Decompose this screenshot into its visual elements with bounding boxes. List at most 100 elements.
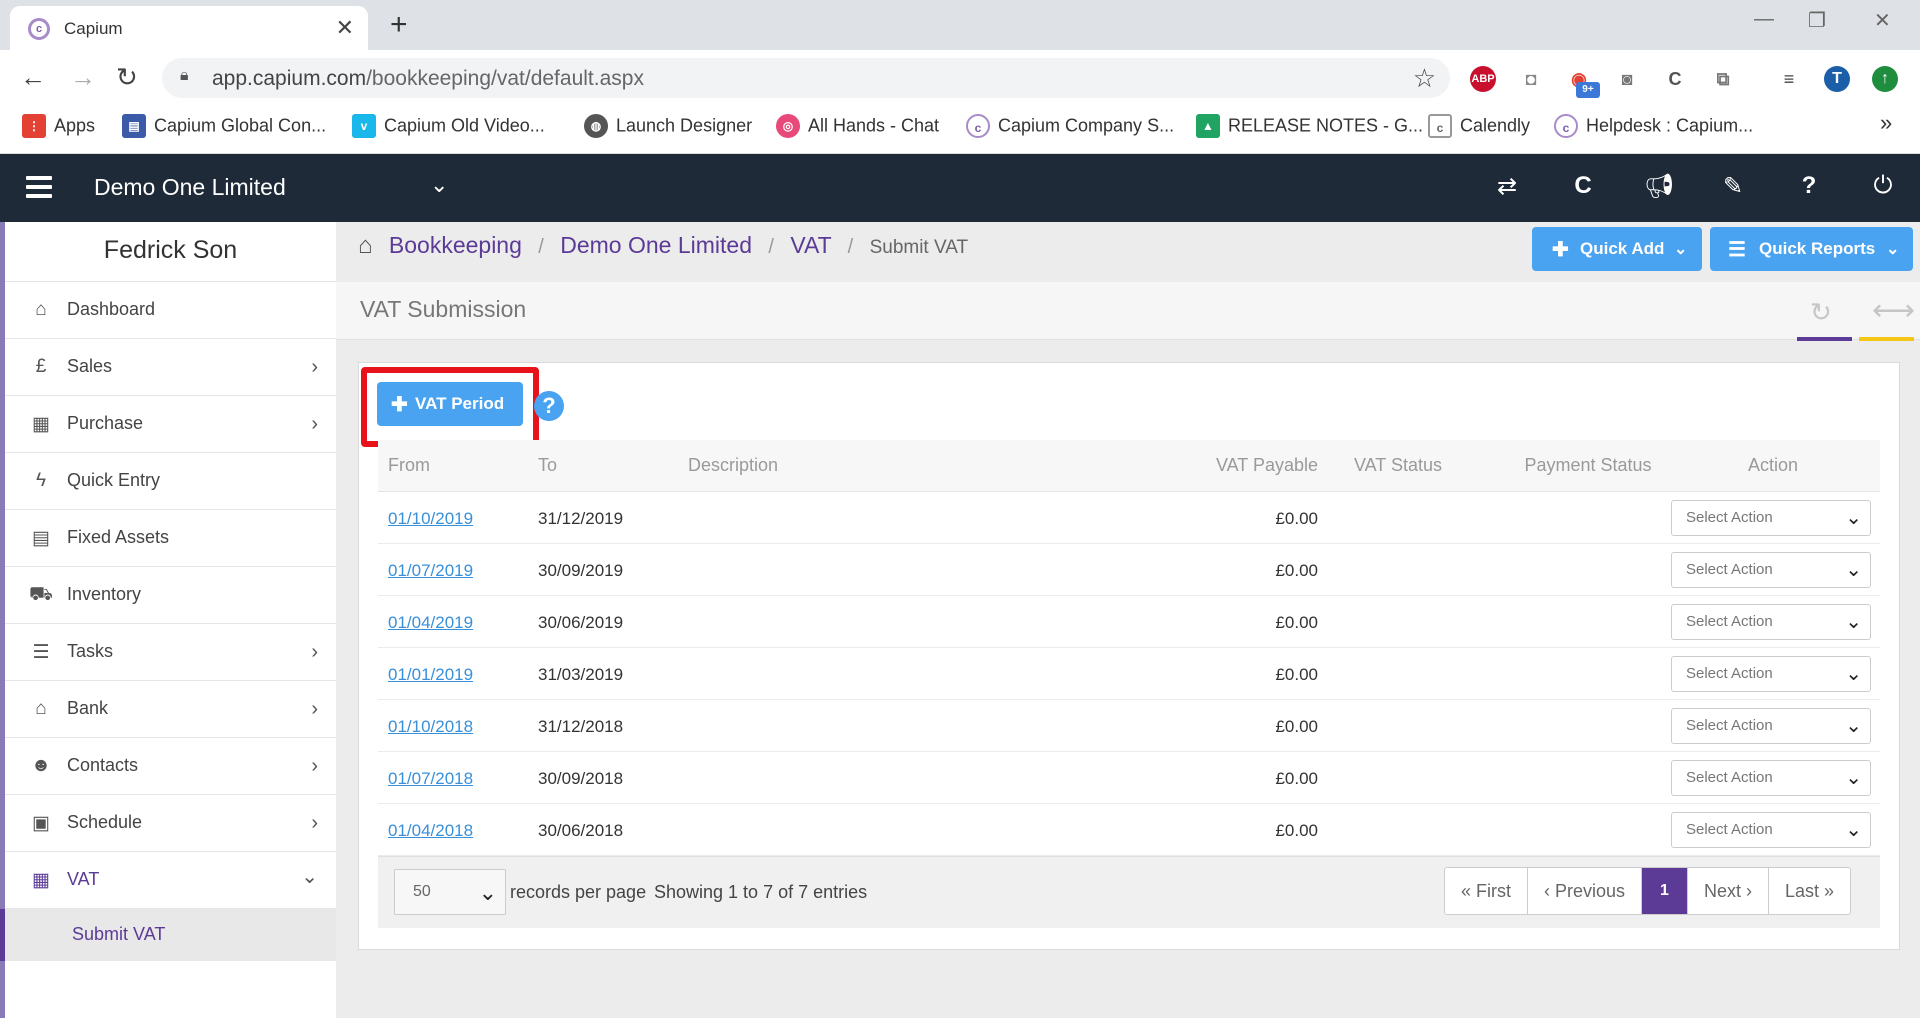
sidebar-item-purchase[interactable]: ▦ Purchase ›	[5, 396, 336, 453]
from-date-link[interactable]: 01/10/2018	[388, 717, 473, 737]
chevron-down-icon: ⌄	[1845, 715, 1862, 737]
ticket-icon[interactable]: ✎	[1718, 172, 1748, 202]
table-row: 01/04/2019 30/06/2019 £0.00 Select Actio…	[378, 596, 1880, 648]
bookmark-capium-global[interactable]: ▤ Capium Global Con...	[122, 114, 326, 144]
user-name: Fedrick Son	[5, 222, 336, 282]
column-header-vat-status[interactable]: VAT Status	[1328, 455, 1468, 476]
minimize-icon[interactable]: —	[1754, 8, 1774, 31]
window-close-icon[interactable]: ✕	[1874, 8, 1891, 33]
close-tab-icon[interactable]: ✕	[336, 15, 354, 41]
tasks-icon: ☰	[32, 642, 50, 663]
reload-icon[interactable]: ↻	[116, 62, 138, 93]
sidebar-item-quick-entry[interactable]: ϟ Quick Entry	[5, 453, 336, 510]
bookmark-star-icon[interactable]: ☆	[1413, 63, 1436, 94]
from-date-link[interactable]: 01/04/2019	[388, 613, 473, 633]
capium-ext-icon[interactable]: C	[1662, 66, 1688, 92]
screenshot-ext-icon[interactable]: ◘	[1518, 66, 1544, 92]
bookmark-helpdesk[interactable]: c Helpdesk : Capium...	[1554, 114, 1753, 144]
breadcrumb-bookkeeping[interactable]: Bookkeeping	[389, 232, 522, 258]
sidebar-item-contacts[interactable]: ☻ Contacts ›	[5, 738, 336, 795]
switch-icon[interactable]: ⇄	[1492, 172, 1522, 202]
from-date-link[interactable]: 01/04/2018	[388, 821, 473, 841]
action-select[interactable]: Select Action ⌄	[1671, 708, 1871, 744]
refresh-icon[interactable]: ↻	[1810, 297, 1832, 328]
sidebar-item-fixed-assets[interactable]: ▤ Fixed Assets	[5, 510, 336, 567]
table-row: 01/07/2019 30/09/2019 £0.00 Select Actio…	[378, 544, 1880, 596]
from-date-link[interactable]: 01/07/2018	[388, 769, 473, 789]
next-page-button[interactable]: Next ›	[1688, 868, 1769, 914]
column-header-payment-status[interactable]: Payment Status	[1498, 455, 1678, 476]
sidebar-item-label: Tasks	[67, 641, 114, 661]
to-date: 30/09/2018	[538, 769, 624, 788]
page-1-button[interactable]: 1	[1642, 868, 1688, 914]
question-icon[interactable]: ?	[534, 391, 564, 421]
browser-tabstrip: c Capium ✕ + — ❐ ✕	[0, 0, 1920, 50]
breadcrumb-vat[interactable]: VAT	[790, 232, 831, 258]
globe-icon: ◍	[584, 114, 608, 138]
forward-icon[interactable]: →	[70, 62, 96, 93]
bookmark-launch-designer[interactable]: ◍ Launch Designer	[584, 114, 752, 144]
column-header-description[interactable]: Description	[688, 455, 778, 476]
breadcrumb-company[interactable]: Demo One Limited	[560, 232, 752, 258]
action-select[interactable]: Select Action ⌄	[1671, 604, 1871, 640]
announcement-icon[interactable]: 📢︎	[1644, 172, 1674, 202]
media-icon[interactable]: ≡	[1776, 66, 1802, 92]
help-icon[interactable]: ?	[1794, 172, 1824, 202]
bookmark-label: Capium Old Video...	[384, 115, 545, 136]
sidebar-item-schedule[interactable]: ▣ Schedule ›	[5, 795, 336, 852]
restore-icon[interactable]: ❐	[1808, 8, 1826, 33]
browser-tab[interactable]: c Capium ✕	[10, 6, 368, 50]
previous-page-button[interactable]: ‹ Previous	[1528, 868, 1643, 914]
sidebar-item-inventory[interactable]: ⛟ Inventory	[5, 567, 336, 624]
new-tab-icon[interactable]: +	[390, 8, 408, 42]
sidebar-item-sales[interactable]: £ Sales ›	[5, 339, 336, 396]
action-select[interactable]: Select Action ⌄	[1671, 656, 1871, 692]
power-icon[interactable]: ⏻	[1868, 172, 1898, 202]
action-select[interactable]: Select Action ⌄	[1671, 760, 1871, 796]
bookmark-capium-company[interactable]: c Capium Company S...	[966, 114, 1174, 144]
sidebar-item-bank[interactable]: ⌂ Bank ›	[5, 681, 336, 738]
home-icon[interactable]: ⌂	[358, 232, 373, 259]
quick-add-button[interactable]: ✚ Quick Add ⌄	[1532, 227, 1702, 271]
company-switch-chevron-icon[interactable]: ⌄	[430, 172, 448, 198]
menu-icon[interactable]	[26, 176, 52, 198]
last-page-button[interactable]: Last »	[1769, 868, 1850, 914]
adblock-icon[interactable]: ABP	[1470, 66, 1496, 92]
capium-logo-icon[interactable]: C	[1568, 172, 1598, 202]
column-header-to[interactable]: To	[538, 455, 557, 476]
address-bar[interactable]: 🔒︎ app.capium.com/bookkeeping/vat/defaul…	[162, 58, 1450, 98]
action-select[interactable]: Select Action ⌄	[1671, 552, 1871, 588]
bookmark-all-hands[interactable]: ◎ All Hands - Chat	[776, 114, 939, 144]
column-header-vat-payable[interactable]: VAT Payable	[1148, 455, 1318, 476]
sidebar-item-tasks[interactable]: ☰ Tasks ›	[5, 624, 336, 681]
quick-reports-button[interactable]: ☰ Quick Reports ⌄	[1710, 227, 1913, 271]
from-date-link[interactable]: 01/10/2019	[388, 509, 473, 529]
expand-icon[interactable]: ⟷	[1872, 293, 1915, 328]
back-icon[interactable]: ←	[20, 62, 46, 93]
profile-avatar[interactable]: T	[1824, 66, 1850, 92]
add-vat-period-button[interactable]: ✚ VAT Period	[377, 382, 523, 426]
chevron-down-icon: ⌄	[1845, 559, 1862, 581]
action-select[interactable]: Select Action ⌄	[1671, 500, 1871, 536]
bookmarks-overflow-icon[interactable]: »	[1880, 110, 1892, 140]
action-select-value: Select Action	[1686, 717, 1773, 734]
bookmark-old-videos[interactable]: v Capium Old Video...	[352, 114, 545, 144]
action-select-value: Select Action	[1686, 613, 1773, 630]
camera-icon[interactable]: ◙	[1614, 66, 1640, 92]
from-date-link[interactable]: 01/01/2019	[388, 665, 473, 685]
sidebar-item-vat[interactable]: ▦ VAT ⌄	[5, 852, 336, 909]
update-icon[interactable]: ↑	[1872, 66, 1898, 92]
first-page-button[interactable]: « First	[1445, 868, 1529, 914]
bookmark-release-notes[interactable]: ▲ RELEASE NOTES - G...	[1196, 114, 1423, 144]
copy-ext-icon[interactable]: ⧉	[1710, 66, 1736, 92]
column-header-from[interactable]: From	[388, 455, 430, 476]
bookmark-apps[interactable]: ⋮ Apps	[22, 114, 95, 144]
chevron-down-icon: ⌄	[1845, 819, 1862, 841]
sidebar-item-dashboard[interactable]: ⌂ Dashboard	[5, 282, 336, 339]
action-select[interactable]: Select Action ⌄	[1671, 812, 1871, 848]
from-date-link[interactable]: 01/07/2019	[388, 561, 473, 581]
sidebar-subitem-submit-vat[interactable]: Submit VAT	[0, 909, 336, 961]
sidebar-item-label: Quick Entry	[67, 470, 161, 490]
page-size-select[interactable]: 50 ⌄	[394, 869, 506, 915]
bookmark-calendly[interactable]: c Calendly	[1428, 114, 1530, 144]
